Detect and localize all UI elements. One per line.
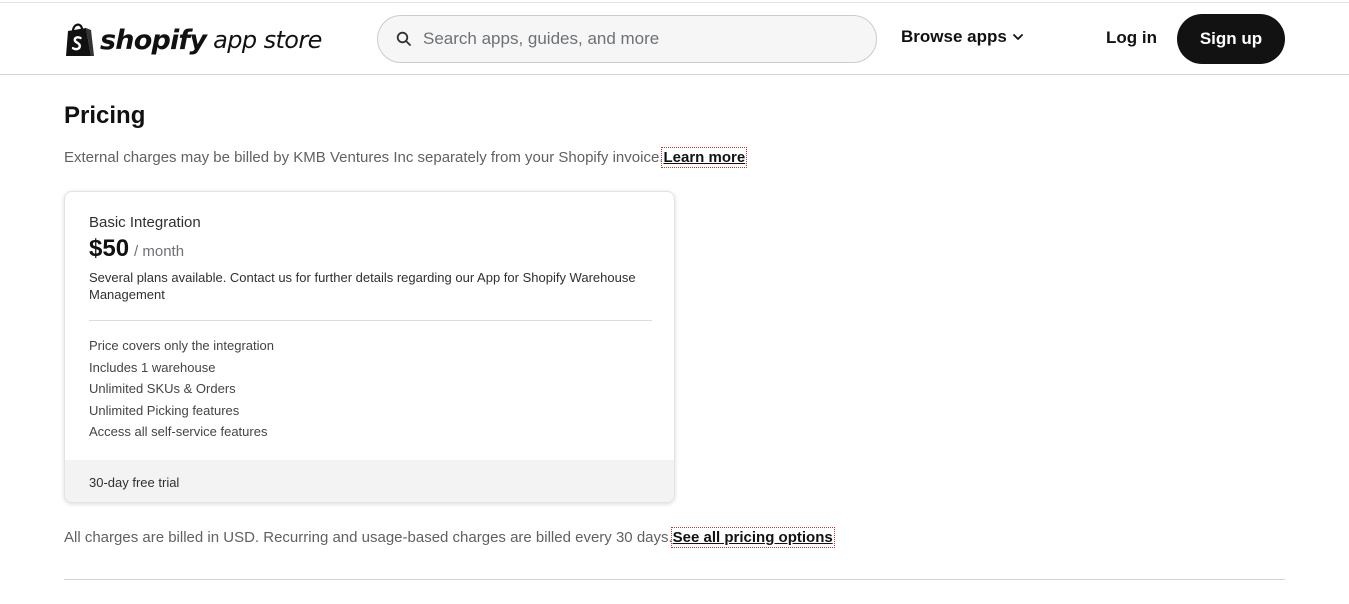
plan-features-list: Price covers only the integration Includ… (89, 337, 274, 445)
app-store-logo[interactable]: shopify app store (64, 20, 322, 60)
search-icon (396, 31, 411, 46)
browse-apps-label: Browse apps (901, 27, 1007, 46)
sign-up-button[interactable]: Sign up (1177, 14, 1285, 64)
external-charges-note: External charges may be billed by KMB Ve… (64, 147, 748, 168)
plan-feature: Access all self-service features (89, 424, 268, 439)
plan-price: $50 (89, 235, 130, 262)
plan-feature: Includes 1 warehouse (89, 359, 216, 375)
plan-feature: Unlimited Picking features (89, 402, 240, 418)
shopify-bag-icon (66, 23, 94, 56)
learn-more-link[interactable]: Learn more (661, 147, 748, 168)
plan-description: Several plans available. Contact us for … (89, 270, 636, 302)
plan-feature: Unlimited SKUs & Orders (89, 381, 236, 396)
billing-note: All charges are billed in USD. Recurring… (64, 527, 835, 548)
plan-name: Basic Integration (89, 214, 201, 231)
see-all-pricing-link[interactable]: See all pricing options (670, 527, 835, 548)
logo-wordmark: shopify (100, 24, 207, 56)
plan-period: / month (134, 243, 185, 260)
card-divider (89, 320, 652, 321)
log-in-link[interactable]: Log in (1106, 28, 1157, 48)
free-trial-footer: 30-day free trial (65, 460, 674, 502)
search-input[interactable] (423, 29, 863, 49)
plan-price-row: $50 / month (89, 235, 184, 263)
chevron-down-icon (1012, 34, 1023, 40)
site-header: shopify app store Browse apps Log in Sig… (0, 3, 1349, 75)
browse-apps-menu[interactable]: Browse apps (901, 27, 1024, 47)
free-trial-label: 30-day free trial (89, 474, 180, 490)
pricing-heading: Pricing (64, 102, 146, 129)
pricing-plan-card: Basic Integration $50 / month Several pl… (64, 191, 675, 503)
search-bar[interactable] (377, 15, 877, 63)
logo-suffix: app store (213, 26, 322, 54)
section-divider (64, 579, 1285, 580)
plan-feature: Price covers only the integration (89, 338, 274, 353)
billing-note-text: All charges are billed in USD. Recurring… (64, 529, 673, 546)
external-charges-text: External charges may be billed by KMB Ve… (64, 149, 664, 166)
